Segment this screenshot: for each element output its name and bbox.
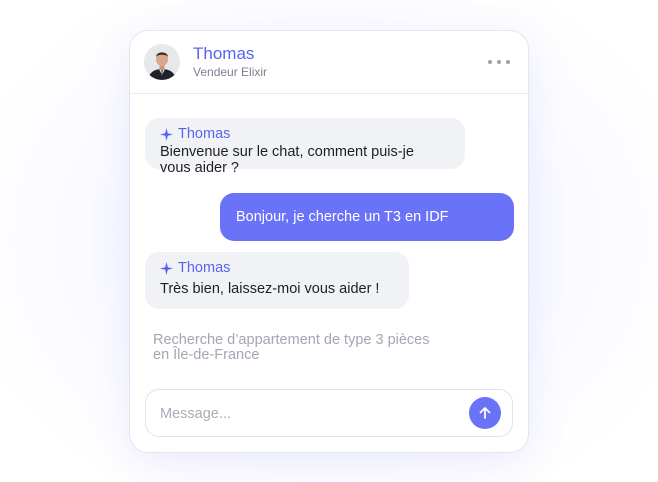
bot-message: Thomas Bienvenue sur le chat, comment pu… — [145, 118, 465, 176]
message-text: Bonjour, je cherche un T3 en IDF — [236, 209, 449, 225]
message-line: Bienvenue sur le chat, comment puis-je — [160, 144, 414, 160]
message-text: Bienvenue sur le chat, comment puis-je v… — [160, 144, 450, 176]
page-background: Thomas Vendeur Elixir Thomas Bienvenue s… — [0, 0, 658, 482]
message-input[interactable] — [158, 390, 462, 438]
message-line: vous aider ? — [160, 160, 239, 176]
chat-widget: Thomas Vendeur Elixir Thomas Bienvenue s… — [130, 31, 528, 452]
bot-message: Thomas Très bien, laissez-moi vous aider… — [145, 252, 409, 309]
message-composer — [145, 389, 513, 438]
contact-role: Vendeur Elixir — [193, 65, 268, 79]
arrow-up-icon — [479, 407, 491, 419]
user-message: Bonjour, je cherche un T3 en IDF — [220, 193, 514, 241]
avatar — [144, 44, 180, 80]
person-avatar-icon — [144, 44, 180, 80]
status-line: en Île-de-France — [153, 347, 260, 363]
chat-header: Thomas Vendeur Elixir — [130, 31, 528, 94]
more-horizontal-icon[interactable] — [488, 55, 510, 69]
send-button[interactable] — [469, 397, 501, 429]
menu-dot — [506, 60, 510, 64]
menu-dot — [497, 60, 501, 64]
menu-dot — [488, 60, 492, 64]
message-text: Très bien, laissez-moi vous aider ! — [160, 281, 380, 297]
contact-name: Thomas — [193, 44, 255, 63]
sparkle-icon — [160, 127, 173, 141]
message-author: Thomas — [160, 260, 394, 276]
message-author: Thomas — [160, 126, 450, 142]
author-name: Thomas — [178, 126, 231, 142]
sparkle-icon — [160, 261, 173, 275]
typing-status: Recherche d’appartement de type 3 pièces… — [153, 333, 473, 363]
status-line: Recherche d’appartement de type 3 pièces — [153, 332, 430, 348]
author-name: Thomas — [178, 260, 231, 276]
